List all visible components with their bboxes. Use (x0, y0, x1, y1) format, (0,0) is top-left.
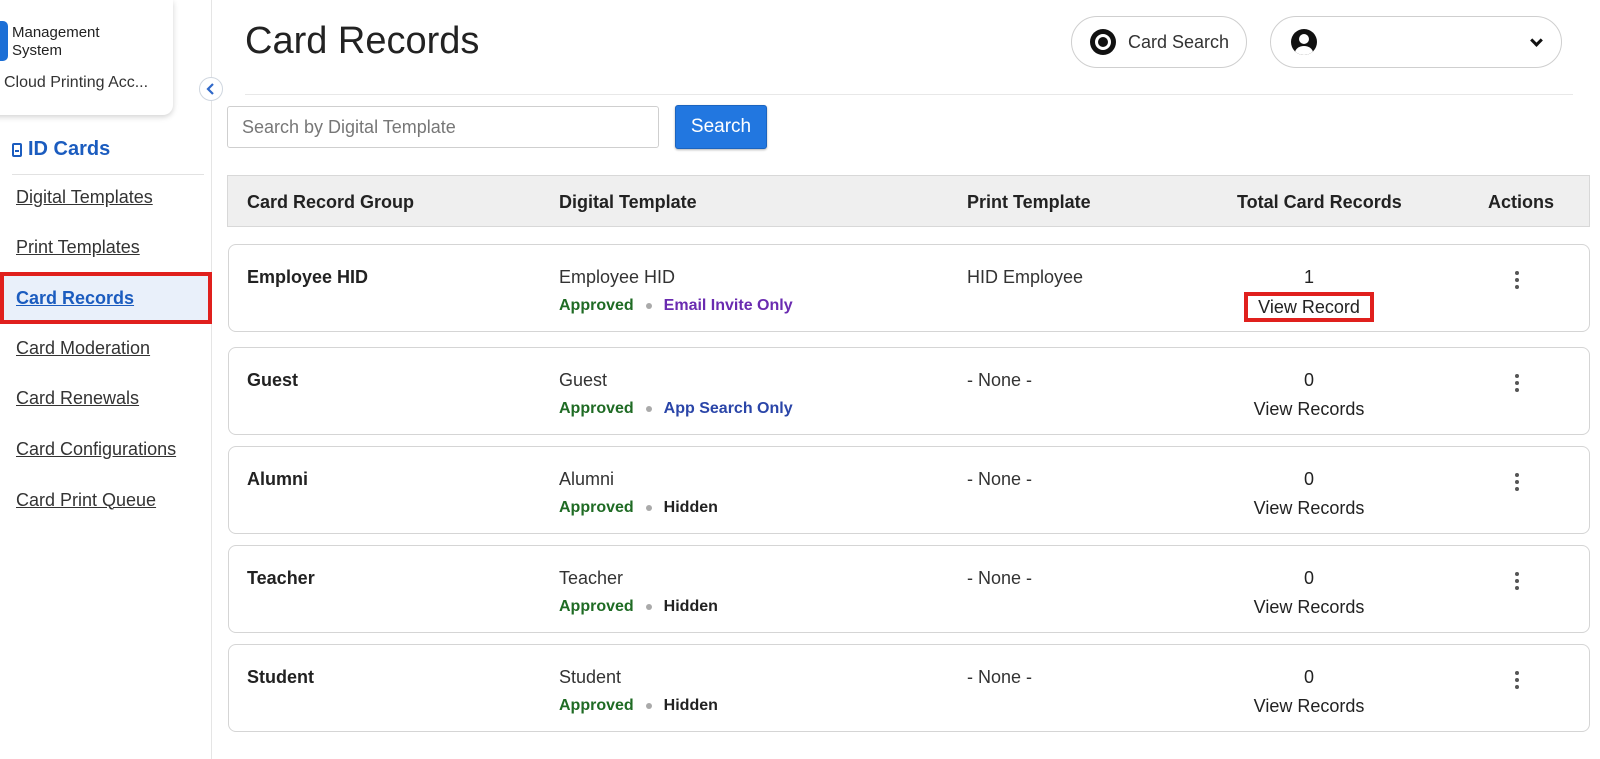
user-avatar-icon (1291, 29, 1317, 55)
sidebar-item-card-records[interactable]: Card Records (0, 272, 212, 324)
print-template-name: - None - (967, 568, 1033, 588)
card-search-button[interactable]: Card Search (1071, 16, 1247, 68)
card-record-group: Student (247, 667, 314, 687)
total-card-records: 0 (1303, 370, 1314, 390)
card-record-group: Alumni (247, 469, 308, 489)
view-records-link[interactable]: View Records (1229, 498, 1389, 519)
header-divider (245, 94, 1573, 95)
view-records-link[interactable]: View Records (1229, 597, 1389, 618)
total-card-records: 1 (1303, 267, 1314, 287)
row-actions-kebab-icon[interactable] (1509, 372, 1525, 394)
app-root: Management System Cloud Printing Acc... … (0, 0, 1600, 759)
brand-logo-icon (0, 21, 8, 61)
print-template-name: HID Employee (967, 267, 1084, 287)
section-title-label: ID Cards (28, 138, 111, 160)
table-row: Guest Guest Approved App Search Only - N… (228, 347, 1590, 435)
chevron-down-icon (1530, 33, 1543, 47)
sidebar-item-card-renewals[interactable]: Card Renewals (0, 372, 212, 424)
separator-dot-icon (645, 505, 652, 511)
digital-template-name: Alumni (559, 469, 615, 489)
column-header-print-template: Print Template (967, 191, 1091, 212)
card-record-group: Teacher (247, 568, 315, 588)
sidebar-item-print-templates[interactable]: Print Templates (0, 221, 212, 273)
digital-template-name: Guest (559, 370, 608, 390)
status-badge: Approved (559, 499, 634, 516)
visibility-badge: App Search Only (663, 400, 793, 417)
print-template-name: - None - (967, 469, 1033, 489)
sidebar-item-card-configurations[interactable]: Card Configurations (0, 423, 212, 475)
sidebar-item-digital-templates[interactable]: Digital Templates (0, 171, 212, 223)
collapse-sidebar-button[interactable] (199, 77, 223, 101)
search-input[interactable] (227, 106, 659, 148)
sidebar-item-card-moderation[interactable]: Card Moderation (0, 322, 212, 374)
print-template-name: - None - (967, 667, 1033, 687)
digital-template-name: Teacher (559, 568, 624, 588)
card-search-label: Card Search (1128, 31, 1230, 52)
template-status: Approved Email Invite Only (559, 297, 793, 315)
view-records-link[interactable]: View Records (1229, 399, 1389, 420)
row-actions-kebab-icon[interactable] (1509, 669, 1525, 691)
row-actions-kebab-icon[interactable] (1509, 570, 1525, 592)
search-button[interactable]: Search (675, 105, 767, 149)
view-record-label: View Record (1244, 292, 1374, 322)
column-header-card-record-group: Card Record Group (247, 191, 415, 212)
card-record-group: Guest (247, 370, 299, 390)
card-search-icon (1090, 29, 1116, 55)
section-title-id-cards: ID Cards (12, 138, 110, 161)
template-status: Approved Hidden (559, 697, 718, 715)
sidebar: Management System Cloud Printing Acc... … (0, 0, 223, 759)
view-records-label: View Records (1253, 597, 1365, 617)
status-badge: Approved (559, 297, 634, 314)
separator-dot-icon (645, 604, 652, 610)
separator-dot-icon (645, 703, 652, 709)
card-record-group: Employee HID (247, 267, 369, 287)
view-record-link[interactable]: View Record (1229, 292, 1389, 322)
total-card-records: 0 (1303, 469, 1314, 489)
chevron-left-icon (206, 83, 214, 95)
status-badge: Approved (559, 598, 634, 615)
row-actions-kebab-icon[interactable] (1509, 269, 1525, 291)
digital-template-name: Employee HID (559, 267, 676, 287)
status-badge: Approved (559, 697, 634, 714)
view-records-link[interactable]: View Records (1229, 696, 1389, 717)
separator-dot-icon (645, 406, 652, 412)
view-records-label: View Records (1253, 696, 1365, 716)
user-menu-dropdown[interactable] (1270, 16, 1562, 68)
visibility-badge: Email Invite Only (663, 297, 793, 314)
separator-dot-icon (645, 303, 652, 309)
brand-card[interactable]: Management System Cloud Printing Acc... (0, 0, 173, 115)
row-actions-kebab-icon[interactable] (1509, 471, 1525, 493)
total-card-records: 0 (1303, 568, 1314, 588)
total-card-records: 0 (1303, 667, 1314, 687)
visibility-badge: Hidden (663, 499, 718, 516)
brand-name: Management System (12, 24, 100, 59)
column-header-total-card-records: Total Card Records (1237, 191, 1402, 212)
print-template-name: - None - (967, 370, 1033, 390)
page-title: Card Records (245, 20, 480, 62)
view-records-label: View Records (1253, 498, 1365, 518)
digital-template-name: Student (559, 667, 622, 687)
template-status: Approved App Search Only (559, 400, 793, 418)
table-header: Card Record Group Digital Template Print… (227, 175, 1590, 227)
brand-subtitle: Cloud Printing Acc... (4, 74, 149, 91)
id-card-icon (12, 142, 22, 157)
table-row: Alumni Alumni Approved Hidden - None - 0… (228, 446, 1590, 534)
table-row: Student Student Approved Hidden - None -… (228, 644, 1590, 732)
column-header-digital-template: Digital Template (559, 191, 697, 212)
table-row: Employee HID Employee HID Approved Email… (228, 244, 1590, 332)
template-status: Approved Hidden (559, 598, 718, 616)
column-header-actions: Actions (1488, 191, 1555, 212)
table-row: Teacher Teacher Approved Hidden - None -… (228, 545, 1590, 633)
status-badge: Approved (559, 400, 634, 417)
visibility-badge: Hidden (663, 697, 718, 714)
visibility-badge: Hidden (663, 598, 718, 615)
view-records-label: View Records (1253, 399, 1365, 419)
sidebar-item-card-print-queue[interactable]: Card Print Queue (0, 474, 212, 526)
template-status: Approved Hidden (559, 499, 718, 517)
